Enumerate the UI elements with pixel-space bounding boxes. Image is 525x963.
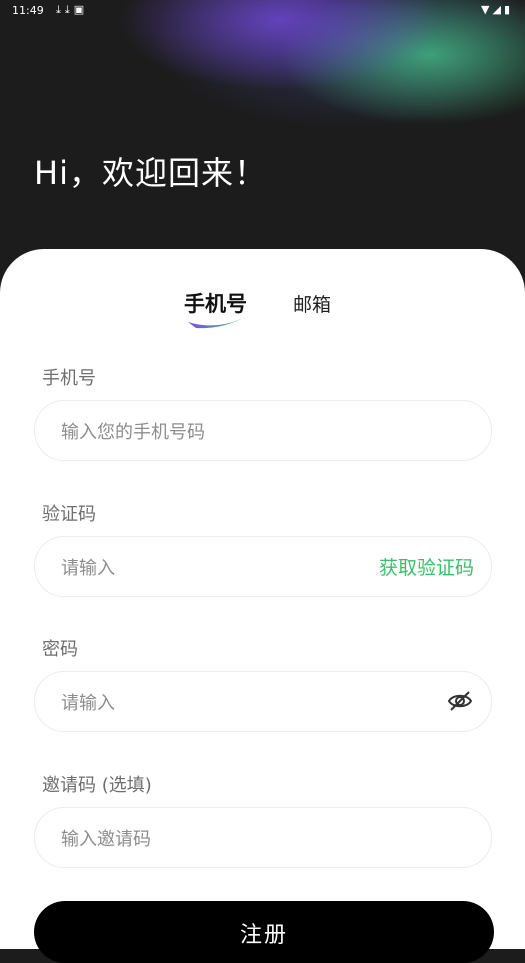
wifi-icon: ▼ [481, 3, 493, 16]
code-label: 验证码 [42, 504, 96, 525]
status-bar: 11:49 ⤓⤓▣ ▼◢▮ [0, 0, 525, 22]
password-input[interactable]: 请输入 [34, 671, 492, 732]
get-code-button[interactable]: 获取验证码 [379, 553, 474, 580]
tab-email[interactable]: 邮箱 [293, 290, 331, 317]
register-button-label: 注册 [239, 923, 288, 948]
phone-input[interactable]: 输入您的手机号码 [34, 400, 492, 461]
login-tabs: 手机号 邮箱 [0, 288, 525, 338]
phone-label: 手机号 [42, 368, 96, 389]
download-icon: ⤓ [64, 3, 74, 16]
download-icon: ⤓ [56, 3, 65, 16]
status-left-icons: ⤓⤓▣ [56, 3, 88, 17]
notification-icon: ▣ [73, 3, 89, 16]
invite-input[interactable]: 输入邀请码 [34, 807, 492, 868]
invite-label: 邀请码 (选填) [42, 775, 152, 796]
signal-icon: ◢ [492, 3, 504, 16]
invite-placeholder: 输入邀请码 [61, 829, 151, 850]
code-input[interactable]: 请输入 获取验证码 [34, 536, 492, 597]
password-label: 密码 [42, 639, 78, 660]
eye-off-icon[interactable] [447, 689, 473, 713]
tab-active-underline [188, 316, 246, 329]
status-time: 11:49 [12, 4, 44, 17]
status-right-icons: ▼◢▮ [481, 3, 513, 16]
battery-icon: ▮ [503, 3, 513, 16]
code-placeholder: 请输入 [61, 558, 115, 579]
register-button[interactable]: 注册 [34, 901, 494, 963]
password-placeholder: 请输入 [61, 693, 115, 714]
phone-placeholder: 输入您的手机号码 [61, 422, 205, 443]
welcome-title: Hi，欢迎回来！ [34, 154, 267, 192]
